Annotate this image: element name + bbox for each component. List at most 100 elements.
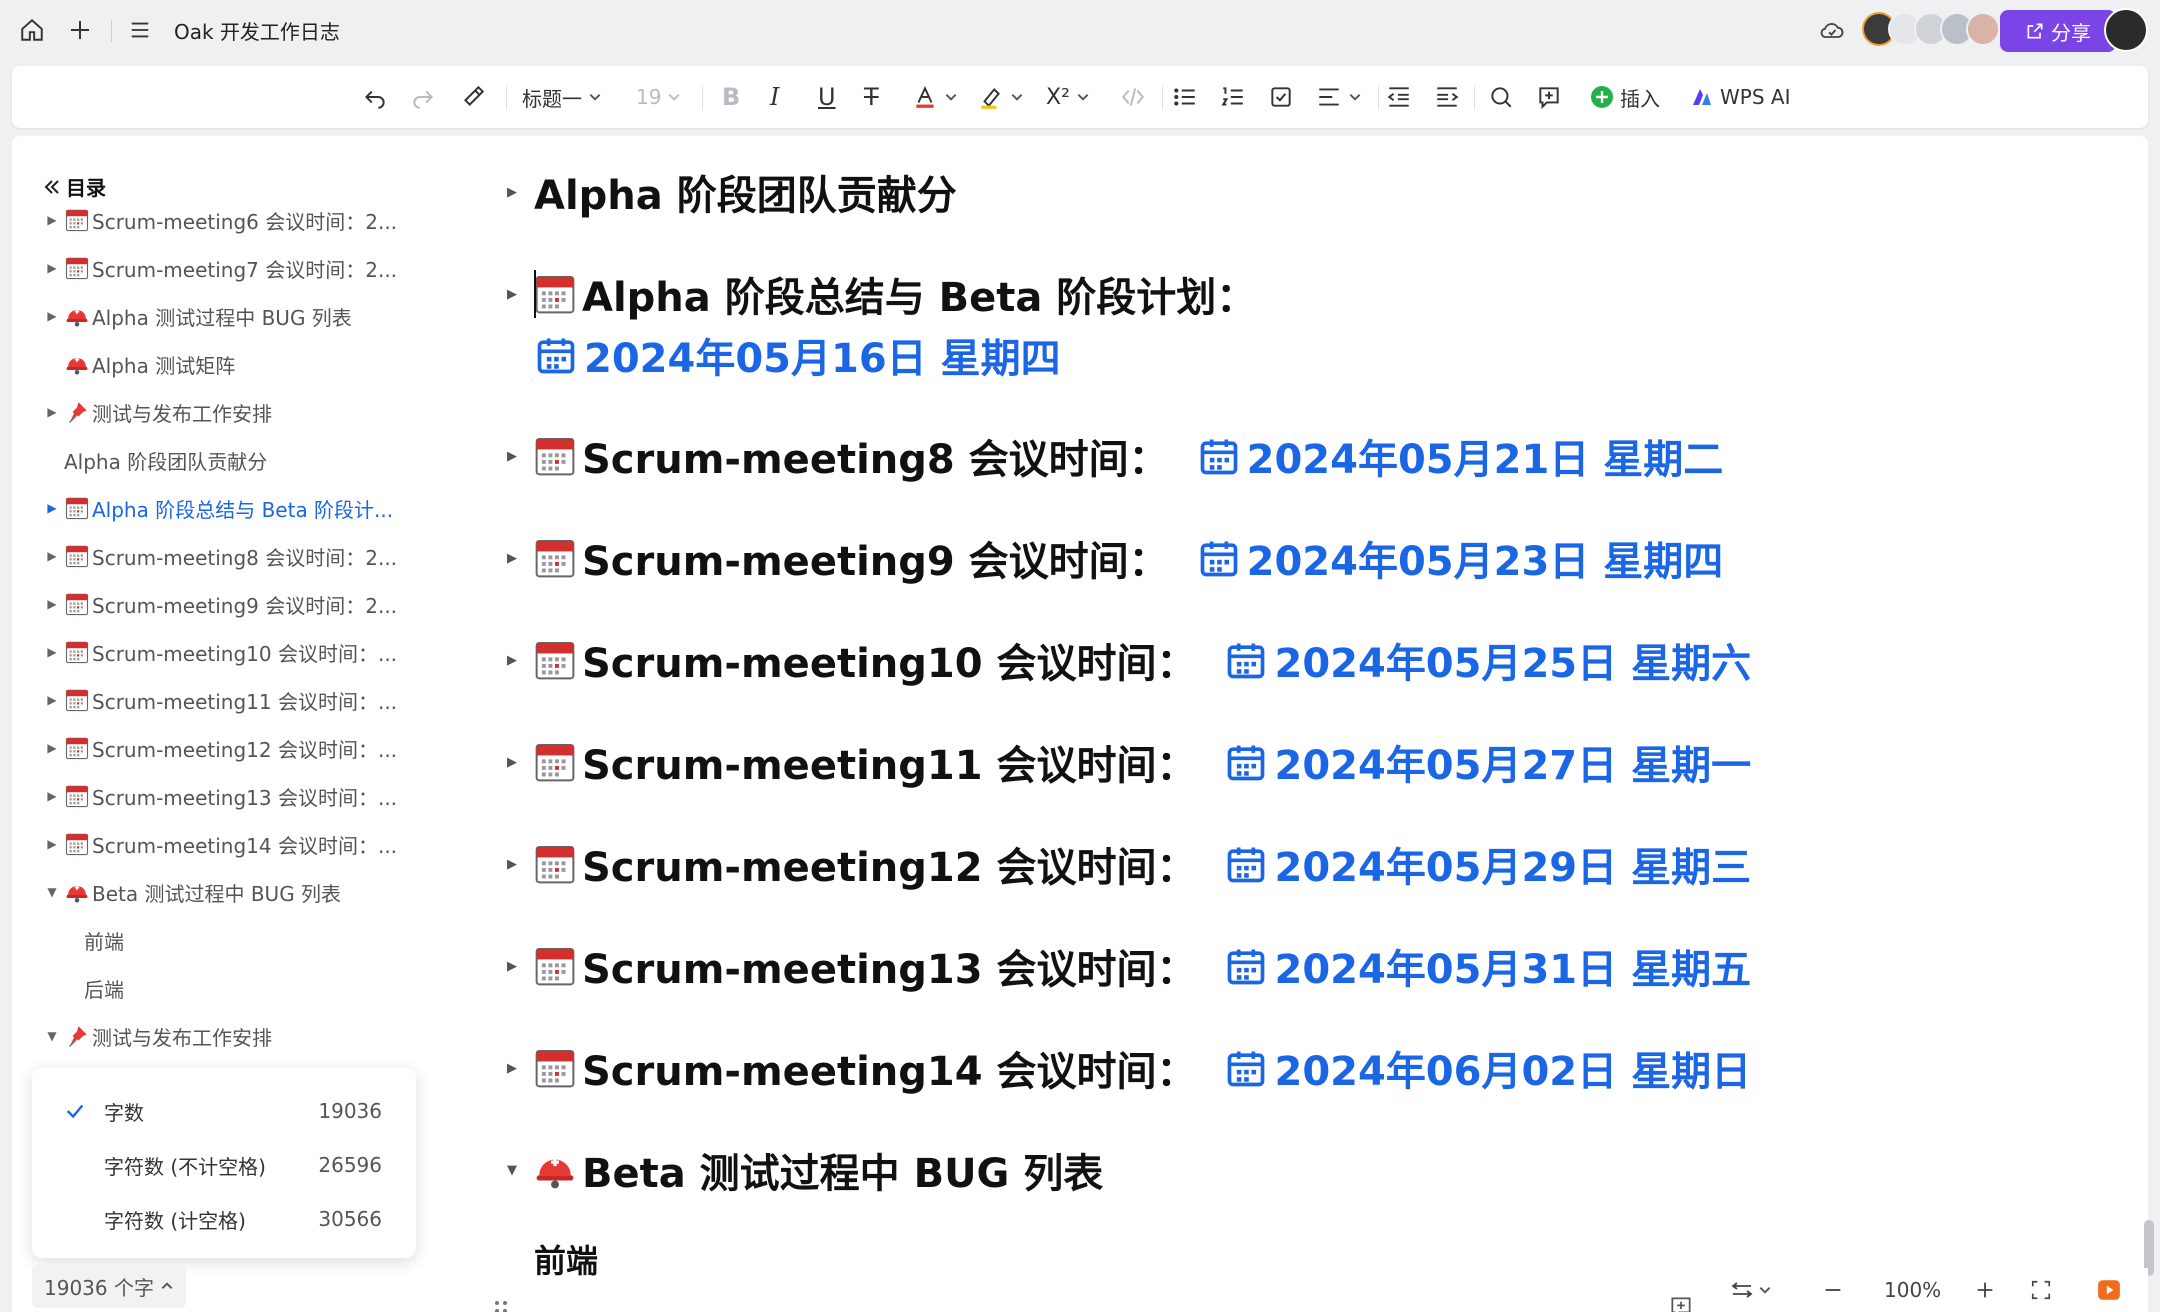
toc-item[interactable]: ▶ Scrum-meeting13 会议时间：...: [12, 776, 432, 816]
date-chip[interactable]: 2024年05月27日 星期一: [1224, 733, 1751, 791]
bold-icon[interactable]: B: [722, 77, 740, 117]
word-count-option[interactable]: 字符数 (计空格) 30566: [32, 1194, 416, 1244]
toc-item[interactable]: ▶ Scrum-meeting10 会议时间：...: [12, 632, 432, 672]
word-count-option[interactable]: 字符数 (不计空格) 26596: [32, 1140, 416, 1190]
code-icon[interactable]: [1120, 77, 1146, 117]
underline-icon[interactable]: U: [818, 77, 836, 117]
zoom-level[interactable]: 100%: [1884, 1274, 1941, 1306]
new-tab-plus-icon[interactable]: [60, 10, 100, 50]
caret-right-icon[interactable]: ▶: [502, 449, 522, 464]
document-content[interactable]: ▶ Alpha 阶段团队贡献分 ▶ Alpha 阶段总结与 Beta 阶段计划： 2…: [482, 136, 2148, 1312]
strikethrough-icon[interactable]: T: [864, 77, 879, 117]
toc-item[interactable]: ▶ Alpha 阶段总结与 Beta 阶段计...: [12, 488, 432, 528]
toc-item[interactable]: ▶ Scrum-meeting11 会议时间：...: [12, 680, 432, 720]
wps-ai-button[interactable]: WPS AI: [1690, 77, 1790, 117]
toc-item[interactable]: ▶ Scrum-meeting8 会议时间：2...: [12, 536, 432, 576]
checklist-icon[interactable]: [1268, 77, 1294, 117]
avatar[interactable]: [1966, 12, 2000, 46]
caret-right-icon[interactable]: ▶: [40, 645, 64, 659]
toc-item[interactable]: ▶ Scrum-meeting9 会议时间：2...: [12, 584, 432, 624]
date-chip[interactable]: 2024年05月21日 星期二: [1197, 427, 1723, 485]
caret-right-icon[interactable]: ▶: [40, 741, 64, 755]
font-color-icon[interactable]: [912, 77, 958, 117]
cloud-saved-icon[interactable]: [1812, 10, 1852, 50]
share-button[interactable]: 分享: [2000, 10, 2116, 52]
caret-right-icon[interactable]: ▶: [502, 1061, 522, 1076]
toc-item[interactable]: ▶ Scrum-meeting7 会议时间：2...: [12, 248, 432, 288]
word-count-status[interactable]: 19036 个字: [32, 1264, 186, 1308]
date-chip[interactable]: 2024年05月29日 星期三: [1224, 835, 1751, 893]
heading-style-select[interactable]: 标题一: [522, 77, 602, 117]
toc-item[interactable]: ▶ Scrum-meeting12 会议时间：...: [12, 728, 432, 768]
toc-item[interactable]: ▶ Scrum-meeting6 会议时间：2...: [12, 200, 432, 240]
drag-handle-icon[interactable]: [494, 1300, 508, 1312]
zoom-in-icon[interactable]: [1974, 1274, 1996, 1306]
caret-right-icon[interactable]: ▶: [502, 857, 522, 872]
numbered-list-icon[interactable]: [1220, 77, 1246, 117]
toc-item[interactable]: Alpha 测试矩阵: [12, 344, 432, 384]
collaborator-avatars[interactable]: [1862, 12, 2000, 46]
bullet-list-icon[interactable]: [1172, 77, 1198, 117]
home-icon[interactable]: [12, 10, 52, 50]
date-text: 2024年05月27日 星期一: [1274, 743, 1752, 789]
presentation-icon[interactable]: [2096, 1274, 2122, 1306]
toc-item[interactable]: Alpha 阶段团队贡献分: [12, 440, 432, 480]
menu-icon[interactable]: [120, 10, 160, 50]
caret-down-icon[interactable]: ▼: [40, 1029, 64, 1043]
font-size-select[interactable]: 19: [636, 77, 681, 117]
caret-right-icon[interactable]: ▶: [40, 693, 64, 707]
caret-right-icon[interactable]: ▶: [40, 549, 64, 563]
toc-item[interactable]: ▼ 测试与发布工作安排: [12, 1016, 432, 1056]
caret-right-icon[interactable]: ▶: [40, 597, 64, 611]
caret-right-icon[interactable]: ▶: [40, 213, 64, 227]
chevron-up-icon: [161, 1282, 173, 1289]
heading-text: Scrum-meeting13 会议时间：: [582, 947, 1197, 993]
caret-right-icon[interactable]: ▶: [40, 837, 64, 851]
caret-right-icon[interactable]: ▶: [502, 959, 522, 974]
caret-right-icon[interactable]: ▶: [40, 405, 64, 419]
caret-right-icon[interactable]: ▶: [502, 653, 522, 668]
indent-icon[interactable]: [1434, 77, 1460, 117]
caret-right-icon[interactable]: ▶: [502, 551, 522, 566]
date-chip[interactable]: 2024年05月23日 星期四: [1197, 529, 1723, 587]
undo-icon[interactable]: [362, 77, 388, 117]
comment-add-icon[interactable]: [1536, 77, 1562, 117]
subheading-frontend[interactable]: 前端: [534, 1236, 598, 1282]
add-comment-icon[interactable]: [1668, 1294, 1694, 1312]
align-icon[interactable]: [1316, 77, 1362, 117]
format-painter-icon[interactable]: [460, 77, 486, 117]
toc-item[interactable]: ▶ Scrum-meeting14 会议时间：...: [12, 824, 432, 864]
caret-down-icon[interactable]: ▼: [502, 1163, 522, 1178]
superscript-icon[interactable]: X²: [1046, 77, 1090, 117]
highlight-icon[interactable]: [978, 77, 1024, 117]
toc-item[interactable]: 前端: [12, 920, 432, 960]
fullscreen-icon[interactable]: [2030, 1274, 2052, 1306]
page-width-icon[interactable]: [1730, 1274, 1772, 1306]
italic-icon[interactable]: I: [770, 77, 779, 117]
zoom-out-icon[interactable]: [1822, 1274, 1844, 1306]
date-chip[interactable]: 2024年06月02日 星期日: [1224, 1039, 1751, 1097]
caret-right-icon[interactable]: ▶: [40, 789, 64, 803]
date-chip[interactable]: 2024年05月25日 星期六: [1224, 631, 1751, 689]
caret-right-icon[interactable]: ▶: [502, 755, 522, 770]
document-title[interactable]: Oak 开发工作日志: [174, 16, 340, 45]
collapse-toc-icon[interactable]: [42, 177, 62, 197]
search-icon[interactable]: [1488, 77, 1514, 117]
caret-right-icon[interactable]: ▶: [40, 261, 64, 275]
caret-right-icon[interactable]: ▶: [40, 501, 64, 515]
caret-right-icon[interactable]: ▶: [502, 287, 522, 302]
caret-down-icon[interactable]: ▼: [40, 885, 64, 899]
date-chip[interactable]: 2024年05月16日 星期四: [534, 326, 1061, 384]
toc-item[interactable]: ▶ 测试与发布工作安排: [12, 392, 432, 432]
user-avatar[interactable]: [2104, 8, 2148, 52]
outdent-icon[interactable]: [1386, 77, 1412, 117]
toc-item[interactable]: 后端: [12, 968, 432, 1008]
insert-button[interactable]: 插入: [1590, 77, 1660, 117]
word-count-option[interactable]: 字数 19036: [32, 1086, 416, 1136]
toc-item[interactable]: ▼ Beta 测试过程中 BUG 列表: [12, 872, 432, 912]
redo-icon[interactable]: [410, 77, 436, 117]
caret-right-icon[interactable]: ▶: [502, 185, 522, 200]
date-chip[interactable]: 2024年05月31日 星期五: [1224, 937, 1751, 995]
caret-right-icon[interactable]: ▶: [40, 309, 64, 323]
toc-item[interactable]: ▶ Alpha 测试过程中 BUG 列表: [12, 296, 432, 336]
